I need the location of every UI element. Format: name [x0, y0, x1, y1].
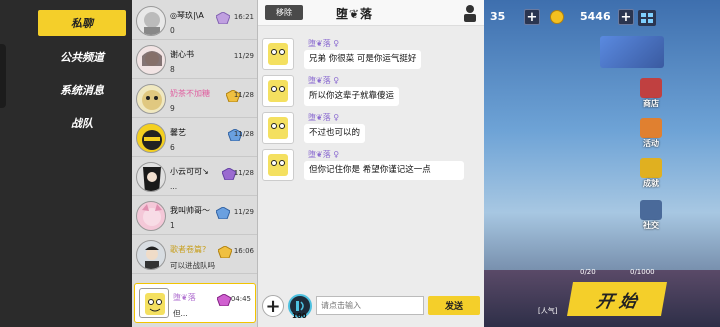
add-attachment-button[interactable]: +: [262, 295, 284, 317]
friend-time: 11/29: [233, 208, 254, 216]
sender-name: 堕❦落 ♀: [308, 76, 340, 85]
friend-last-message: 9: [170, 104, 175, 113]
tab-team[interactable]: 战队: [38, 110, 126, 136]
achievements-label: 成就: [643, 179, 659, 188]
message-input[interactable]: [316, 296, 424, 315]
friend-item[interactable]: ◎琴玖|\A 16:21 0: [132, 2, 257, 40]
friend-name: 我叫帅哥～: [170, 206, 210, 215]
sender-name: 堕❦落 ♀: [308, 113, 340, 122]
shop-label: 商店: [643, 99, 659, 108]
friend-time: 11/28: [233, 91, 254, 99]
friend-time: 11/28: [233, 169, 254, 177]
event-banner[interactable]: [600, 36, 664, 68]
friend-time: 04:45: [230, 295, 251, 303]
friend-item[interactable]: 小云可可↘ 11/28 ...: [132, 158, 257, 196]
friend-item[interactable]: 歌者卷篇? 16:06 可以进战队吗: [132, 236, 257, 274]
start-button[interactable]: 开 始: [567, 282, 667, 316]
avatar: [136, 84, 166, 114]
achievements-button[interactable]: 成就: [636, 158, 666, 192]
friend-name: 小云可可↘: [170, 167, 209, 176]
friend-name: 堕❦落: [173, 293, 196, 302]
friend-item[interactable]: 馨艺 11/28 6: [132, 119, 257, 157]
game-hud: 35 + 5446 + 商店 活动 成就 社交 0/20 0/1000 [人气]…: [484, 0, 720, 327]
chat-partner-name: 堕❦落: [336, 7, 374, 21]
profile-icon[interactable]: [462, 3, 478, 23]
rank-badge-icon: [216, 293, 232, 307]
currency-bar: 35 + 5446 +: [484, 8, 720, 28]
sender-avatar: [262, 38, 294, 70]
message-bubble: 不过也可以的: [304, 124, 366, 143]
friend-item[interactable]: 奶茶不加糖 11/28 9: [132, 80, 257, 118]
friend-time: 11/28: [233, 130, 254, 138]
chat-panel: 移除 堕❦落 堕❦落 ♀ 兄弟 你很菜 可是你运气挺好 堕❦落 ♀ 所以你这辈子…: [258, 0, 484, 327]
friend-time: 16:06: [233, 247, 254, 255]
friend-list[interactable]: ◎琴玖|\A 16:21 0 谢心书 11/29 8 奶茶不加糖 11/28 9…: [132, 0, 258, 327]
friend-last-message: 1: [170, 221, 175, 230]
friend-time: 16:21: [233, 13, 254, 21]
friend-last-message: 但...: [173, 309, 188, 318]
collapse-handle[interactable]: [0, 44, 6, 108]
friend-last-message: 6: [170, 143, 175, 152]
social-label: 社交: [643, 221, 659, 230]
chat-sidebar: 私聊 公共频道 系统消息 战队: [0, 0, 132, 327]
friend-name: 歌者卷篇?: [170, 245, 207, 254]
rank-badge-icon: [215, 206, 231, 220]
trophy-icon: [640, 158, 662, 178]
sender-name: 堕❦落 ♀: [308, 39, 340, 48]
stat-b: 0/1000: [630, 268, 655, 276]
message-bubble: 兄弟 你很菜 可是你运气挺好: [304, 50, 422, 69]
friend-name: 馨艺: [170, 128, 186, 137]
friend-time: 11/29: [233, 52, 254, 60]
friend-name: ◎琴玖|\A: [170, 11, 204, 20]
send-button[interactable]: 发送: [428, 296, 480, 315]
rank-badge-icon: [215, 11, 231, 25]
rank-badge-icon: [217, 245, 233, 259]
friend-name: 谢心书: [170, 50, 194, 59]
tab-private-chat[interactable]: 私聊: [38, 10, 126, 36]
coin-icon: [550, 10, 564, 24]
friend-last-message: 可以进战队吗: [170, 261, 215, 270]
menu-grid-icon[interactable]: [638, 10, 656, 26]
shop-button[interactable]: 商店: [636, 78, 666, 112]
tab-public-channel[interactable]: 公共频道: [38, 44, 126, 70]
add-level-button[interactable]: +: [524, 9, 540, 25]
avatar: [136, 162, 166, 192]
add-coin-button[interactable]: +: [618, 9, 634, 25]
events-label: 活动: [643, 139, 659, 148]
friend-item-selected[interactable]: 堕❦落 04:45 但...: [134, 283, 256, 323]
message-bubble: 所以你这辈子就靠傻运: [304, 87, 400, 106]
sender-avatar: [262, 149, 294, 181]
stat-a: 0/20: [580, 268, 596, 276]
avatar: [136, 240, 166, 270]
sender-avatar: [262, 112, 294, 144]
gift-icon: [640, 118, 662, 138]
shop-icon: [640, 78, 662, 98]
friend-last-message: ...: [170, 182, 178, 191]
social-icon: [640, 200, 662, 220]
popularity-label: [人气]: [538, 307, 558, 315]
avatar: [136, 123, 166, 153]
avatar: [136, 201, 166, 231]
sender-name: 堕❦落 ♀: [308, 150, 340, 159]
remove-friend-button[interactable]: 移除: [265, 5, 303, 20]
chat-input-bar: + 100 发送: [258, 290, 484, 327]
avatar: [136, 45, 166, 75]
social-button[interactable]: 社交: [636, 200, 666, 234]
friend-last-message: 8: [170, 65, 175, 74]
voice-count: 100: [292, 312, 307, 320]
events-button[interactable]: 活动: [636, 118, 666, 152]
friend-name: 奶茶不加糖: [170, 89, 210, 98]
avatar: [139, 288, 169, 318]
message-bubble: 但你记住你是 希望你谨记这一点: [304, 161, 464, 180]
friend-last-message: 0: [170, 26, 175, 35]
tab-system-messages[interactable]: 系统消息: [38, 77, 126, 103]
level-value: 35: [490, 10, 506, 23]
chat-header: 移除 堕❦落: [258, 0, 484, 26]
sender-avatar: [262, 75, 294, 107]
friend-item[interactable]: 我叫帅哥～ 11/29 1: [132, 197, 257, 235]
friend-item[interactable]: 谢心书 11/29 8: [132, 41, 257, 79]
avatar: [136, 6, 166, 36]
coin-value: 5446: [580, 10, 611, 23]
